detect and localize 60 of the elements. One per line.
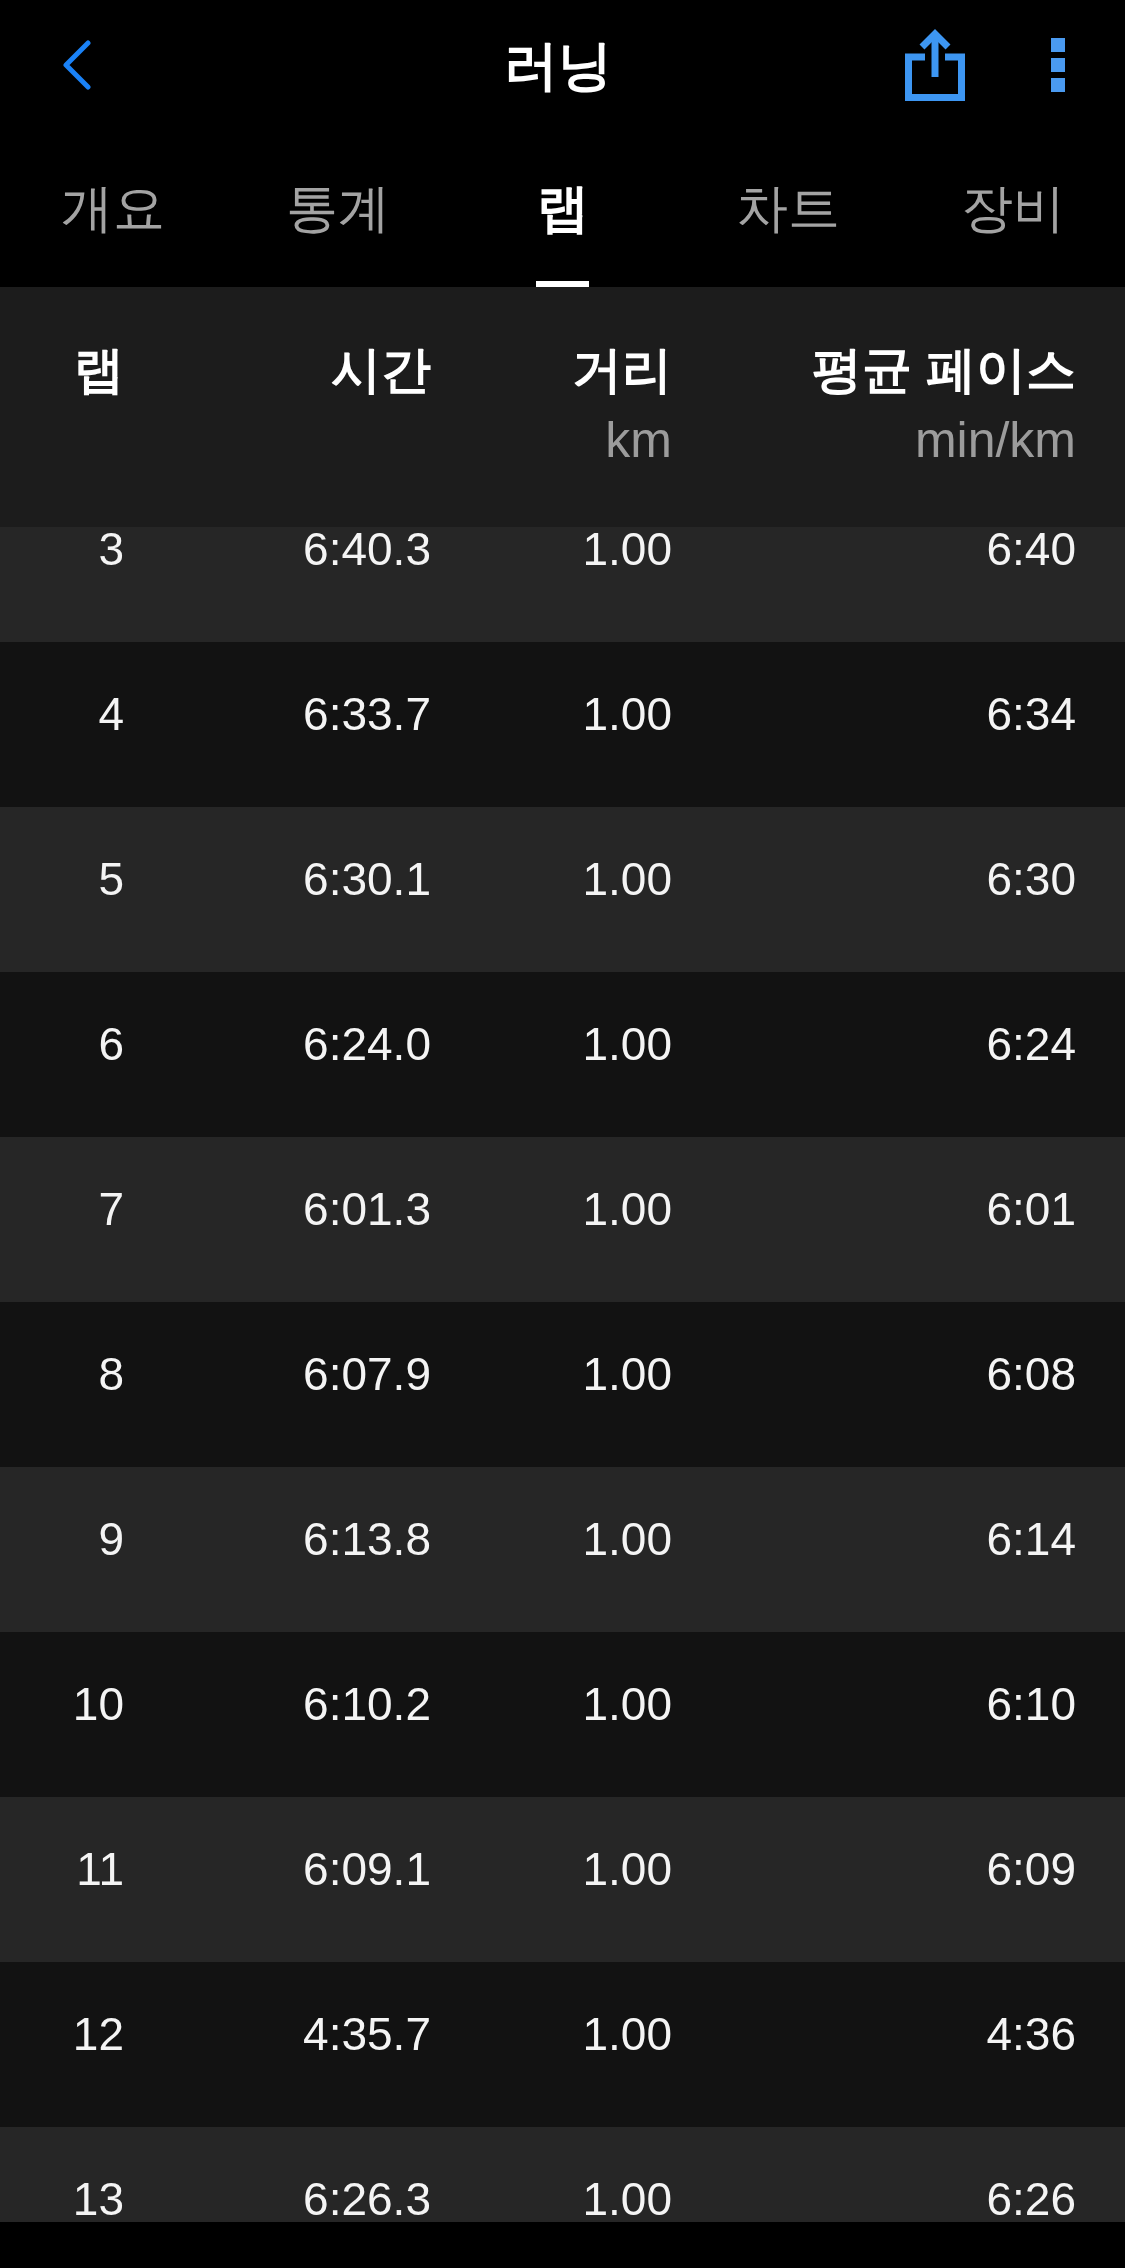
table-cell: 6:26 [986, 2177, 1076, 2221]
column-header: 평균 페이스 [812, 341, 1076, 400]
table-cell: 6:08 [986, 1352, 1076, 1396]
column-unit: min/km [914, 411, 1076, 470]
table-cell: 6:09 [986, 1847, 1076, 1891]
table-cell: 6:30 [986, 857, 1076, 901]
table-cell: 6:07.9 [303, 1352, 431, 1396]
table-cell: 1.00 [582, 1517, 672, 1561]
table-cell: 13 [72, 2177, 124, 2221]
table-cell: 6 [98, 1022, 124, 1066]
screen-title: 러닝 [503, 34, 612, 97]
table-cell: 6:09.1 [303, 1847, 431, 1891]
tab[interactable]: 통계 [225, 130, 450, 287]
table-cell: 10 [72, 1682, 124, 1726]
table-cell: 4 [98, 692, 124, 736]
table-cell: 3 [98, 527, 124, 571]
table-cell: 7 [98, 1187, 124, 1231]
table-cell: 12 [72, 2012, 124, 2056]
column-header: 랩 [74, 341, 124, 400]
table-cell: 6:24 [986, 1022, 1076, 1066]
table-cell: 8 [98, 1352, 124, 1396]
back-icon [62, 40, 92, 90]
column-unit: km [605, 411, 672, 470]
table-cell: 6:10 [986, 1682, 1076, 1726]
tab[interactable]: 개요 [0, 130, 225, 287]
table-cell: 6:13.8 [303, 1517, 431, 1561]
table-cell: 4:35.7 [303, 2012, 431, 2056]
table-cell: 6:24.0 [303, 1022, 431, 1066]
table-cell: 1.00 [582, 1352, 672, 1396]
table-cell: 6:33.7 [303, 692, 431, 736]
table-cell: 6:14 [986, 1517, 1076, 1561]
table-cell: 1.00 [582, 857, 672, 901]
column-header: 시간 [331, 341, 431, 400]
table-cell: 6:40 [986, 527, 1076, 571]
table-cell: 1.00 [582, 1022, 672, 1066]
table-cell: 5 [98, 857, 124, 901]
table-cell: 1.00 [582, 1682, 672, 1726]
share-icon [905, 29, 965, 101]
table-cell: 6:26.3 [303, 2177, 431, 2221]
tab[interactable]: 차트 [675, 130, 900, 287]
table-cell: 1.00 [582, 2012, 672, 2056]
table-cell: 9 [98, 1517, 124, 1561]
tab-indicator [536, 281, 589, 287]
table-cell: 6:34 [986, 692, 1076, 736]
table-cell: 1.00 [582, 1187, 672, 1231]
more-icon [1051, 38, 1065, 92]
table-cell: 1.00 [582, 692, 672, 736]
table-cell: 11 [76, 1847, 124, 1891]
table-cell: 6:10.2 [303, 1682, 431, 1726]
tab[interactable]: 장비 [900, 130, 1125, 287]
table-cell: 6:01.3 [303, 1187, 431, 1231]
column-header: 거리 [572, 341, 672, 400]
table-cell: 1.00 [582, 2177, 672, 2221]
table-cell: 6:30.1 [303, 857, 431, 901]
table-cell: 1.00 [582, 527, 672, 571]
table-cell: 6:01 [986, 1187, 1076, 1231]
tab[interactable]: 랩 [450, 130, 675, 287]
table-cell: 6:40.3 [303, 527, 431, 571]
table-cell: 1.00 [582, 1847, 672, 1891]
table-cell: 4:36 [986, 2012, 1076, 2056]
